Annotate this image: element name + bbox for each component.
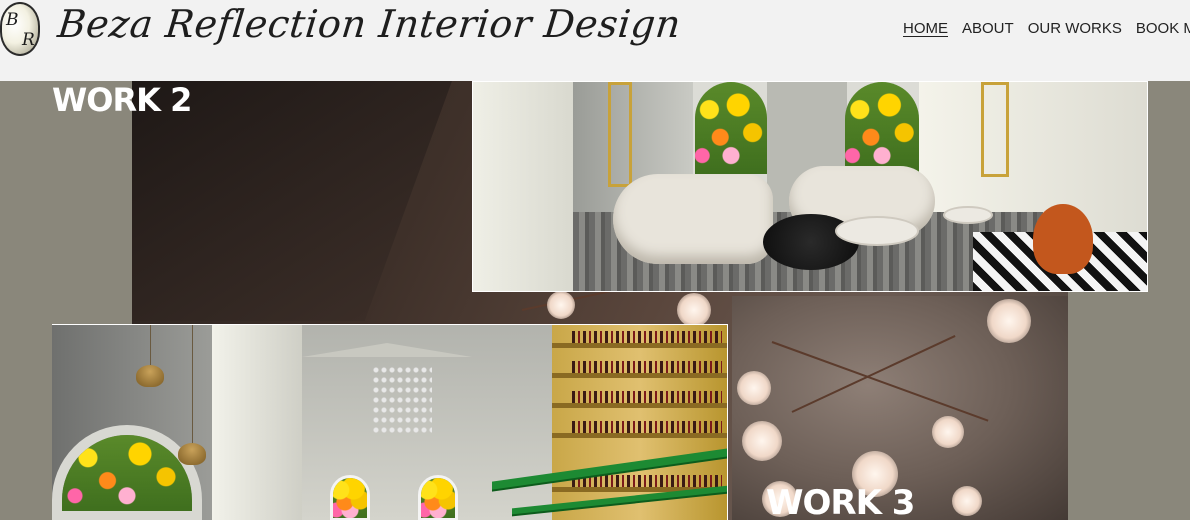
blossom	[952, 486, 982, 516]
logo-letter-r: R	[22, 30, 35, 50]
nav-about[interactable]: ABOUT	[962, 20, 1014, 37]
work-2-label[interactable]: WORK 2	[52, 81, 192, 119]
window-left	[695, 82, 767, 174]
nav-home[interactable]: HOME	[903, 20, 948, 37]
brand-logo[interactable]: B R	[0, 2, 40, 56]
small-window	[418, 475, 458, 520]
crystal-chandelier	[372, 365, 432, 435]
pendant-lamp	[178, 443, 206, 465]
blossom	[742, 421, 782, 461]
blossom	[677, 293, 711, 327]
wall-left	[473, 82, 573, 291]
blossom	[547, 291, 575, 319]
white-coffee-table	[835, 216, 919, 246]
site-title[interactable]: Beza Reflection Interior Design	[56, 2, 683, 46]
small-window	[330, 475, 370, 520]
pendant-lamp	[136, 365, 164, 387]
gold-frame	[981, 82, 1009, 177]
window-right	[845, 82, 919, 174]
pendant-cord	[192, 325, 193, 445]
gold-frame	[608, 82, 632, 187]
main-nav: HOME ABOUT OUR WORKS BOOK M	[903, 20, 1190, 37]
nav-book[interactable]: BOOK M	[1136, 20, 1190, 37]
work-3-label[interactable]: WORK 3	[766, 483, 915, 520]
works-gallery: WORK 2 WORK 3	[0, 81, 1190, 520]
blossom	[932, 416, 964, 448]
site-header: B R Beza Reflection Interior Design HOME…	[0, 0, 1190, 81]
work-3-image[interactable]	[52, 324, 728, 520]
blossom	[737, 371, 771, 405]
wall-light	[212, 325, 302, 520]
logo-letter-b: B	[6, 10, 19, 30]
sofa-left	[613, 174, 773, 264]
orange-chair	[1033, 204, 1093, 274]
work-2-image[interactable]	[472, 81, 1148, 292]
nav-our-works[interactable]: OUR WORKS	[1028, 20, 1122, 37]
pendant-cord	[150, 325, 151, 365]
side-table	[943, 206, 993, 224]
blossom	[987, 299, 1031, 343]
